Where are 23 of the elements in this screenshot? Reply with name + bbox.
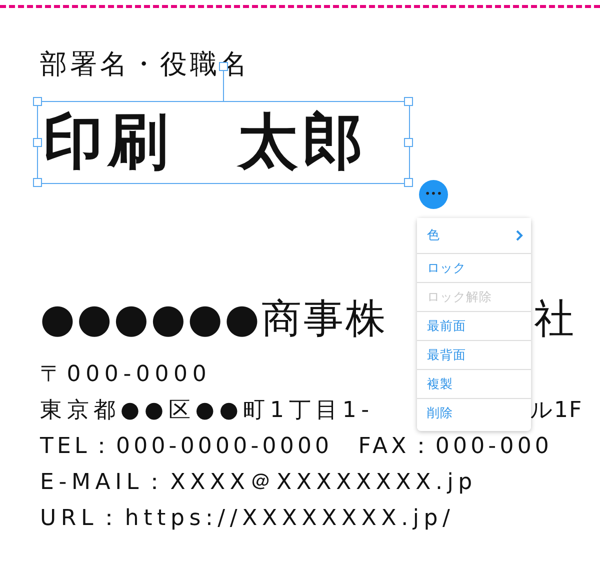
menu-item[interactable]: ロック (417, 254, 531, 283)
url-text: URL：https://XXXXXXXX.jp/ (40, 505, 455, 533)
chevron-right-icon (516, 230, 523, 241)
company-name-text: ●●●●●●商事株 (40, 295, 388, 343)
menu-item[interactable]: 色 (417, 218, 531, 254)
resize-handle[interactable] (404, 138, 413, 147)
company-name-text: 社 (534, 295, 575, 343)
menu-item[interactable]: 複製 (417, 370, 531, 399)
postal-code-text: 〒000-0000 (40, 361, 212, 389)
menu-item[interactable]: 削除 (417, 399, 531, 428)
resize-handle[interactable] (33, 97, 42, 106)
resize-handle[interactable] (33, 178, 42, 187)
phone-fax-text: TEL：000-0000-0000 FAX：000-000 (40, 433, 553, 461)
name-text: 印刷 太郎 (43, 106, 368, 178)
email-text: E-MAIL：XXXX＠XXXXXXXX.jp (40, 469, 477, 497)
resize-handle[interactable] (404, 178, 413, 187)
more-button[interactable]: ••• (419, 180, 448, 209)
menu-item[interactable]: 最背面 (417, 341, 531, 370)
resize-handle[interactable] (33, 138, 42, 147)
menu-item[interactable]: 最前面 (417, 312, 531, 341)
resize-handle[interactable] (404, 97, 413, 106)
address-text: ル1F (530, 397, 583, 425)
address-text: 東京都●●区●●町1丁目1- (40, 397, 374, 425)
